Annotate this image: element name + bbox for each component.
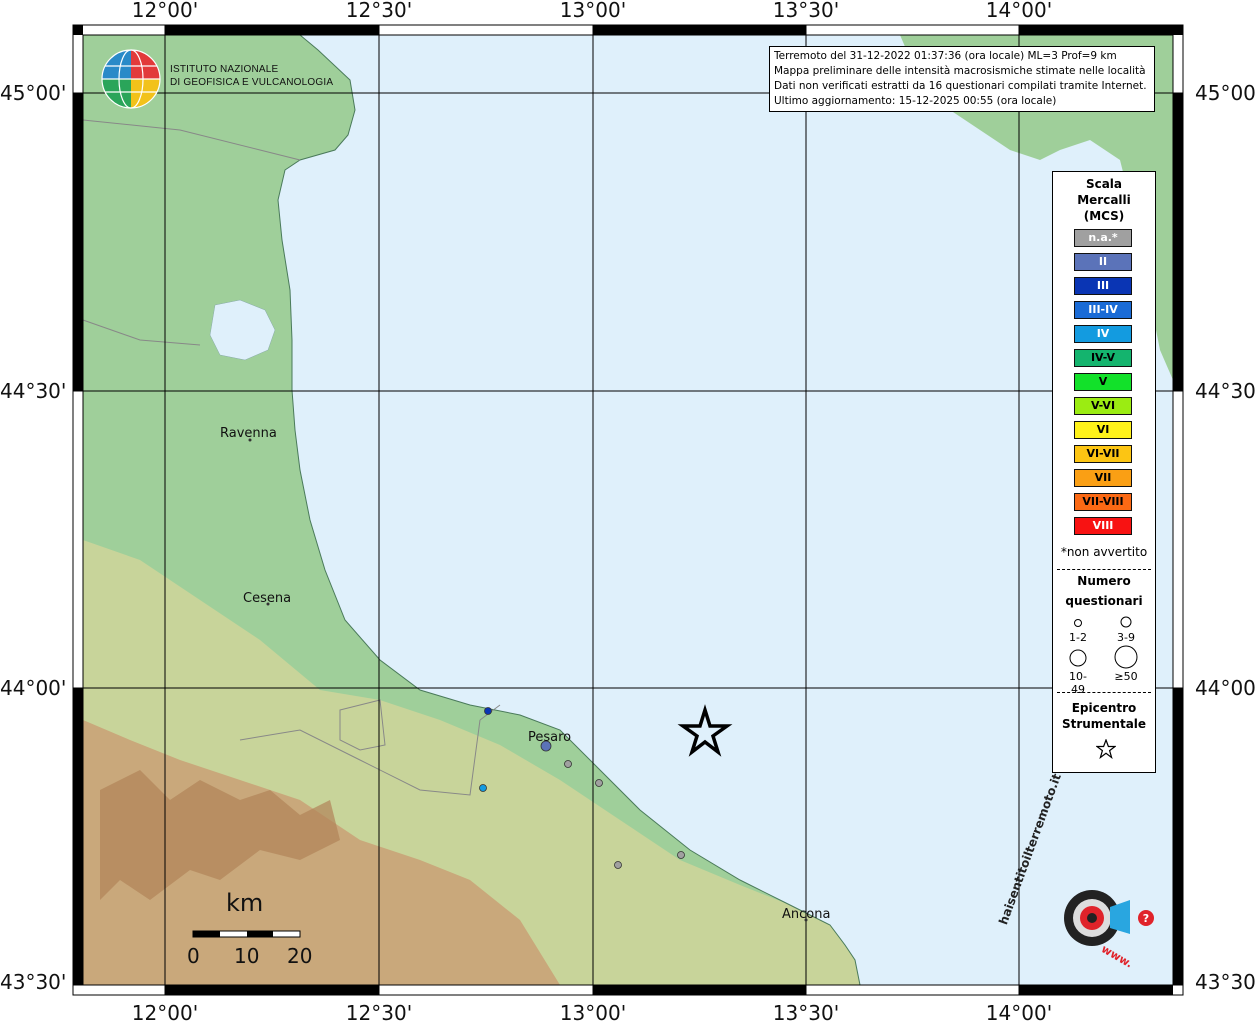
place-label-pesaro: Pesaro <box>528 730 572 745</box>
report-marker[interactable] <box>479 784 487 792</box>
event-info-line3: Dati non verificati estratti da 16 quest… <box>774 80 1147 92</box>
lon-label-bottom-1: 12°00' <box>131 1001 199 1025</box>
legend-count-title2: questionari <box>1065 594 1143 608</box>
scale-label-20: 20 <box>287 944 313 968</box>
legend-chip: V <box>1074 373 1132 391</box>
legend-chip: III-IV <box>1074 301 1132 319</box>
legend-chip: IV-V <box>1074 349 1132 367</box>
legend-star-icon <box>1096 739 1116 759</box>
legend-chip: IV <box>1074 325 1132 343</box>
event-info-line2: Mappa preliminare delle intensità macros… <box>774 65 1146 77</box>
legend-size-label-4: ≥50 <box>1114 670 1138 683</box>
ingv-logo-text: ISTITUTO NAZIONALE DI GEOFISICA E VULCAN… <box>170 63 333 89</box>
lon-label-top-3: 13°00' <box>559 0 627 22</box>
lat-label-right-4: 43°30' <box>1195 970 1256 994</box>
lat-label-right-1: 45°00' <box>1195 81 1256 105</box>
legend-title-line3: (MCS) <box>1083 209 1125 223</box>
lon-label-bottom-5: 14°00' <box>985 1001 1053 1025</box>
lat-label-left-4: 43°30' <box>0 970 67 994</box>
legend-chip: VII <box>1074 469 1132 487</box>
place-label-ancona: Ancona <box>782 907 831 922</box>
scale-bar <box>192 930 301 938</box>
lat-label-left-3: 44°00' <box>0 676 67 700</box>
ingv-logo-line2: DI GEOFISICA E VULCANOLOGIA <box>170 77 334 88</box>
legend-epicenter-title2: Strumentale <box>1061 717 1147 731</box>
scale-label-0: 0 <box>187 944 200 968</box>
event-info-line4: Ultimo aggiornamento: 15-12-2025 00:55 (… <box>774 95 1057 107</box>
legend-chip: VIII <box>1074 517 1132 535</box>
legend-chip: II <box>1074 253 1132 271</box>
legend-chip: VI <box>1074 421 1132 439</box>
legend-divider-2 <box>1057 692 1151 693</box>
haisentito-logo-icon: ? <box>1064 890 1154 946</box>
event-info-line1: Terremoto del 31-12-2022 01:37:36 (ora l… <box>774 50 1117 62</box>
legend-note: *non avvertito <box>1060 545 1148 559</box>
report-marker[interactable] <box>564 760 572 768</box>
lat-label-right-2: 44°30' <box>1195 379 1256 403</box>
legend-title-line1: Scala <box>1085 177 1123 191</box>
report-marker[interactable] <box>614 861 622 869</box>
lon-label-bottom-3: 13°00' <box>559 1001 627 1025</box>
legend-epicenter-title1: Epicentro <box>1071 701 1137 715</box>
legend-panel: Scala Mercalli (MCS) n.a.* II III III-IV IV I… <box>1052 171 1156 773</box>
report-marker[interactable] <box>595 779 603 787</box>
lon-label-top-1: 12°00' <box>131 0 199 22</box>
scale-label-10: 10 <box>234 944 260 968</box>
lat-label-left-2: 44°30' <box>0 379 67 403</box>
svg-text:?: ? <box>1143 912 1149 925</box>
ingv-globe-icon <box>101 49 161 109</box>
legend-size-label-2: 3-9 <box>1117 631 1135 644</box>
legend-chip: n.a.* <box>1074 229 1132 247</box>
legend-chip: VI-VII <box>1074 445 1132 463</box>
event-info-box: Terremoto del 31-12-2022 01:37:36 (ora l… <box>769 46 1155 112</box>
lon-label-bottom-4: 13°30' <box>772 1001 840 1025</box>
legend-chip: VII-VIII <box>1074 493 1132 511</box>
legend-size-label-1: 1-2 <box>1069 631 1087 644</box>
lon-label-top-4: 13°30' <box>772 0 840 22</box>
lon-label-bottom-2: 12°30' <box>345 1001 413 1025</box>
scale-unit-label: km <box>226 889 264 917</box>
lon-label-top-5: 14°00' <box>985 0 1053 22</box>
report-marker[interactable] <box>484 707 492 715</box>
place-label-ravenna: Ravenna <box>220 426 277 441</box>
ingv-logo-line1: ISTITUTO NAZIONALE <box>170 64 279 75</box>
legend-divider <box>1057 569 1151 570</box>
legend-chip: III <box>1074 277 1132 295</box>
legend-count-title1: Numero <box>1077 574 1131 588</box>
place-label-cesena: Cesena <box>243 591 292 606</box>
legend-title-line2: Mercalli <box>1077 193 1131 207</box>
lat-label-left-1: 45°00' <box>0 81 67 105</box>
lon-label-top-2: 12°30' <box>345 0 413 22</box>
lat-label-right-3: 44°00' <box>1195 676 1256 700</box>
legend-title: Scala Mercalli (MCS) <box>1053 176 1155 224</box>
legend-chip: V-VI <box>1074 397 1132 415</box>
report-marker[interactable] <box>677 851 685 859</box>
